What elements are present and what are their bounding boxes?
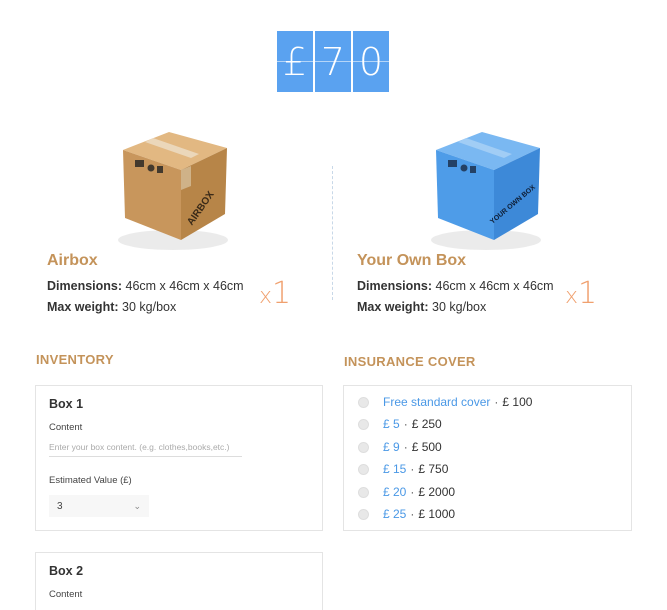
insurance-option-amount: £ 750 [418,462,449,476]
insurance-option[interactable]: Free standard cover · £ 100 [358,395,532,409]
dimensions-label: Dimensions: [357,279,433,293]
price-digit: 7 [315,31,351,92]
column-divider [332,166,333,300]
max-weight-value: 30 kg/box [428,300,487,314]
own-box-image: YOUR OWN BOX [431,132,541,250]
estimated-value-selected: 3 [57,500,63,512]
content-input[interactable] [49,437,242,457]
insurance-options: Free standard cover · £ 100 £ 5 · £ 250 … [343,385,632,531]
chevron-down-icon: ⌄ [133,500,141,511]
max-weight-label: Max weight: [357,300,429,314]
radio-button[interactable] [358,441,369,453]
estimated-value-label: Estimated Value (£) [49,475,132,486]
insurance-option[interactable]: £ 15 · £ 750 [358,462,448,476]
price-digit: £ [277,31,313,92]
dimensions-value: 46cm x 46cm x 46cm [122,279,244,293]
price-digit: 0 [353,31,389,92]
insurance-option-label[interactable]: £ 20 [383,485,406,499]
insurance-option[interactable]: £ 9 · £ 500 [358,440,442,454]
airbox-image: AIRBOX [118,132,228,250]
own-box-specs: Dimensions: 46cm x 46cm x 46cm Max weigh… [357,276,554,318]
price-counter: £ 7 0 [277,31,389,92]
inventory-card-box-1: Box 1 Content Estimated Value (£) 3 ⌄ [35,385,323,531]
insurance-option-label[interactable]: £ 15 [383,462,406,476]
content-label: Content [49,422,83,433]
separator-dot: · [494,395,499,409]
insurance-option-label[interactable]: £ 5 [383,417,400,431]
insurance-option-label[interactable]: £ 25 [383,507,406,521]
insurance-option-amount: £ 2000 [418,485,456,499]
insurance-option-amount: £ 100 [502,395,533,409]
content-label: Content [49,589,83,600]
radio-button[interactable] [358,418,369,430]
airbox-quantity: x1 [259,276,292,311]
card-title: Box 1 [49,397,84,411]
insurance-option-amount: £ 250 [411,417,442,431]
separator-dot: · [410,462,415,476]
max-weight-value: 30 kg/box [118,300,177,314]
dimensions-label: Dimensions: [47,279,123,293]
insurance-option[interactable]: £ 20 · £ 2000 [358,485,455,499]
separator-dot: · [403,440,408,454]
inventory-card-box-2: Box 2 Content [35,552,323,610]
insurance-option-label[interactable]: £ 9 [383,440,400,454]
own-box-title: Your Own Box [357,252,467,269]
airbox-specs: Dimensions: 46cm x 46cm x 46cm Max weigh… [47,276,244,318]
radio-button[interactable] [358,508,369,520]
max-weight-label: Max weight: [47,300,119,314]
card-title: Box 2 [49,564,84,578]
radio-button[interactable] [358,396,369,408]
insurance-option-amount: £ 1000 [418,507,456,521]
airbox-title: Airbox [47,252,98,269]
separator-dot: · [403,417,408,431]
own-box-quantity: x1 [565,276,598,311]
insurance-option-amount: £ 500 [411,440,442,454]
separator-dot: · [410,485,415,499]
insurance-option[interactable]: £ 25 · £ 1000 [358,507,455,521]
estimated-value-select[interactable]: 3 ⌄ [49,495,149,517]
radio-button[interactable] [358,486,369,498]
insurance-option-label[interactable]: Free standard cover [383,395,490,409]
separator-dot: · [410,507,415,521]
insurance-option[interactable]: £ 5 · £ 250 [358,417,442,431]
insurance-heading: INSURANCE COVER [344,354,476,369]
radio-button[interactable] [358,463,369,475]
inventory-heading: INVENTORY [36,352,114,367]
dimensions-value: 46cm x 46cm x 46cm [432,279,554,293]
